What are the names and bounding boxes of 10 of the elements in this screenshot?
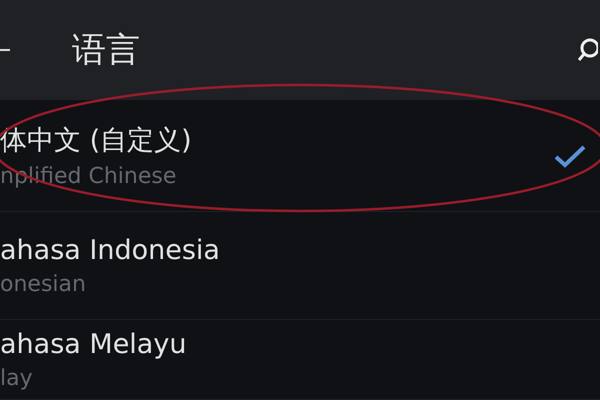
language-item[interactable]: ahasa Indonesia onesian bbox=[0, 212, 600, 320]
language-name: 体中文 (自定义) bbox=[0, 124, 192, 158]
language-subtitle: onesian bbox=[0, 272, 86, 296]
search-icon[interactable] bbox=[578, 38, 598, 62]
screen-title: 语言 bbox=[72, 29, 141, 72]
checkmark-icon bbox=[554, 144, 586, 168]
language-item[interactable]: ahasa Melayu lay bbox=[0, 320, 600, 400]
language-name: ahasa Indonesia bbox=[0, 234, 220, 266]
language-subtitle: lay bbox=[0, 366, 33, 390]
language-name: ahasa Melayu bbox=[0, 328, 186, 360]
